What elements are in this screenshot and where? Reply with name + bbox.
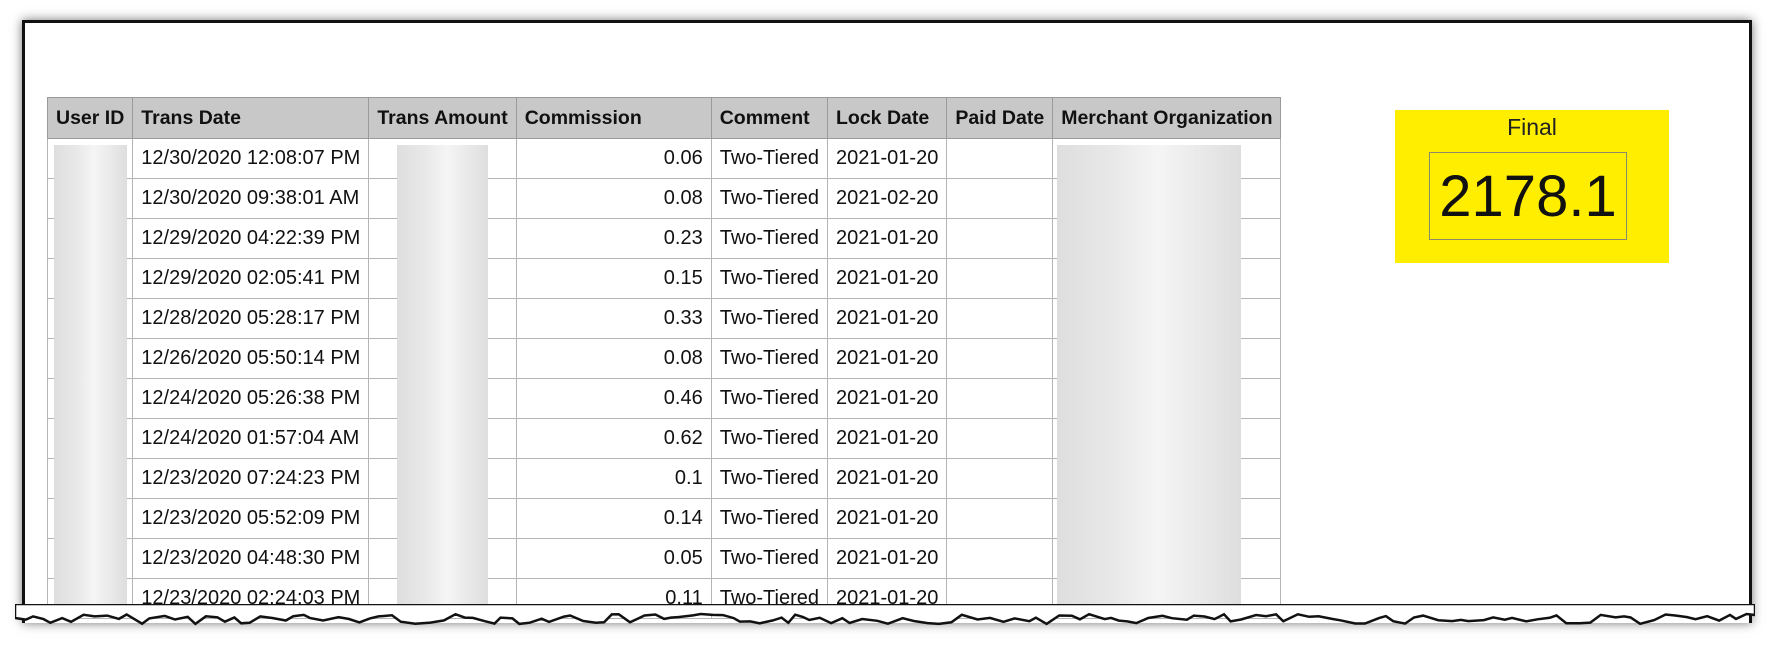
cell-commission[interactable]: 0.08 (515, 338, 712, 379)
cell-commission[interactable]: 0.1 (515, 458, 712, 499)
cell-commission[interactable]: 0.62 (515, 418, 712, 459)
cell-commission[interactable]: 0.15 (515, 258, 712, 299)
redacted-region (53, 144, 127, 613)
spreadsheet-snapshot: User ID Trans Date Trans Amount Commissi… (22, 20, 1752, 623)
cell-comment[interactable]: Two-Tiered (710, 458, 829, 499)
cell-lock-date[interactable]: 2021-01-20 (827, 498, 948, 539)
cell-paid-date[interactable] (946, 458, 1054, 499)
cell-commission[interactable]: 0.08 (515, 178, 712, 219)
column-header-comment[interactable]: Comment (710, 97, 829, 139)
column-header-trans-amount[interactable]: Trans Amount (368, 97, 517, 139)
cell-comment[interactable]: Two-Tiered (710, 138, 829, 179)
cell-trans-date[interactable]: 12/28/2020 05:28:17 PM (132, 298, 370, 339)
column-header-user-id[interactable]: User ID (46, 97, 134, 139)
cell-lock-date[interactable]: 2021-01-20 (827, 458, 948, 499)
cell-commission[interactable]: 0.33 (515, 298, 712, 339)
cell-paid-date[interactable] (946, 298, 1054, 339)
column-header-lock-date[interactable]: Lock Date (827, 97, 948, 139)
column-header-trans-date[interactable]: Trans Date (132, 97, 370, 139)
cell-commission[interactable]: 0.46 (515, 378, 712, 419)
final-total-box: Final 2178.1 (1395, 110, 1669, 263)
cell-paid-date[interactable] (946, 178, 1054, 219)
cell-comment[interactable]: Two-Tiered (710, 498, 829, 539)
cell-trans-date[interactable]: 12/30/2020 12:08:07 PM (132, 138, 370, 179)
cell-lock-date[interactable]: 2021-01-20 (827, 138, 948, 179)
cell-paid-date[interactable] (946, 138, 1054, 179)
cell-trans-date[interactable]: 12/26/2020 05:50:14 PM (132, 338, 370, 379)
cell-paid-date[interactable] (946, 538, 1054, 579)
cell-commission[interactable]: 0.05 (515, 538, 712, 579)
cell-trans-date[interactable]: 12/29/2020 04:22:39 PM (132, 218, 370, 259)
cell-comment[interactable]: Two-Tiered (710, 378, 829, 419)
cell-trans-date[interactable]: 12/24/2020 05:26:38 PM (132, 378, 370, 419)
cell-trans-date[interactable]: 12/24/2020 01:57:04 AM (132, 418, 370, 459)
cell-commission[interactable]: 0.14 (515, 498, 712, 539)
cell-lock-date[interactable]: 2021-01-20 (827, 258, 948, 299)
cell-paid-date[interactable] (946, 338, 1054, 379)
cell-lock-date[interactable]: 2021-02-20 (827, 178, 948, 219)
cell-lock-date[interactable]: 2021-01-20 (827, 418, 948, 459)
cell-comment[interactable]: Two-Tiered (710, 178, 829, 219)
cell-paid-date[interactable] (946, 218, 1054, 259)
cell-trans-date[interactable]: 12/23/2020 07:24:23 PM (132, 458, 370, 499)
cell-trans-date[interactable]: 12/23/2020 04:48:30 PM (132, 538, 370, 579)
final-value: 2178.1 (1429, 152, 1627, 240)
column-header-commission[interactable]: Commission (515, 97, 712, 139)
cell-comment[interactable]: Two-Tiered (710, 218, 829, 259)
cell-lock-date[interactable]: 2021-01-20 (827, 338, 948, 379)
cell-lock-date[interactable]: 2021-01-20 (827, 378, 948, 419)
column-header-merchant-organization[interactable]: Merchant Organization (1052, 97, 1282, 139)
redacted-region (396, 144, 489, 613)
cell-paid-date[interactable] (946, 418, 1054, 459)
torn-paper-edge (15, 604, 1755, 626)
final-label: Final (1507, 114, 1557, 140)
cell-commission[interactable]: 0.23 (515, 218, 712, 259)
cell-trans-date[interactable]: 12/30/2020 09:38:01 AM (132, 178, 370, 219)
cell-lock-date[interactable]: 2021-01-20 (827, 538, 948, 579)
cell-trans-date[interactable]: 12/23/2020 05:52:09 PM (132, 498, 370, 539)
cell-comment[interactable]: Two-Tiered (710, 338, 829, 379)
cell-paid-date[interactable] (946, 258, 1054, 299)
table-header-row: User ID Trans Date Trans Amount Commissi… (46, 97, 1282, 139)
redacted-region (1056, 144, 1241, 613)
cell-comment[interactable]: Two-Tiered (710, 258, 829, 299)
cell-comment[interactable]: Two-Tiered (710, 418, 829, 459)
cell-trans-date[interactable]: 12/29/2020 02:05:41 PM (132, 258, 370, 299)
cell-paid-date[interactable] (946, 378, 1054, 419)
cell-lock-date[interactable]: 2021-01-20 (827, 218, 948, 259)
cell-commission[interactable]: 0.06 (515, 138, 712, 179)
column-header-paid-date[interactable]: Paid Date (946, 97, 1054, 139)
cell-lock-date[interactable]: 2021-01-20 (827, 298, 948, 339)
cell-comment[interactable]: Two-Tiered (710, 298, 829, 339)
cell-paid-date[interactable] (946, 498, 1054, 539)
cell-comment[interactable]: Two-Tiered (710, 538, 829, 579)
